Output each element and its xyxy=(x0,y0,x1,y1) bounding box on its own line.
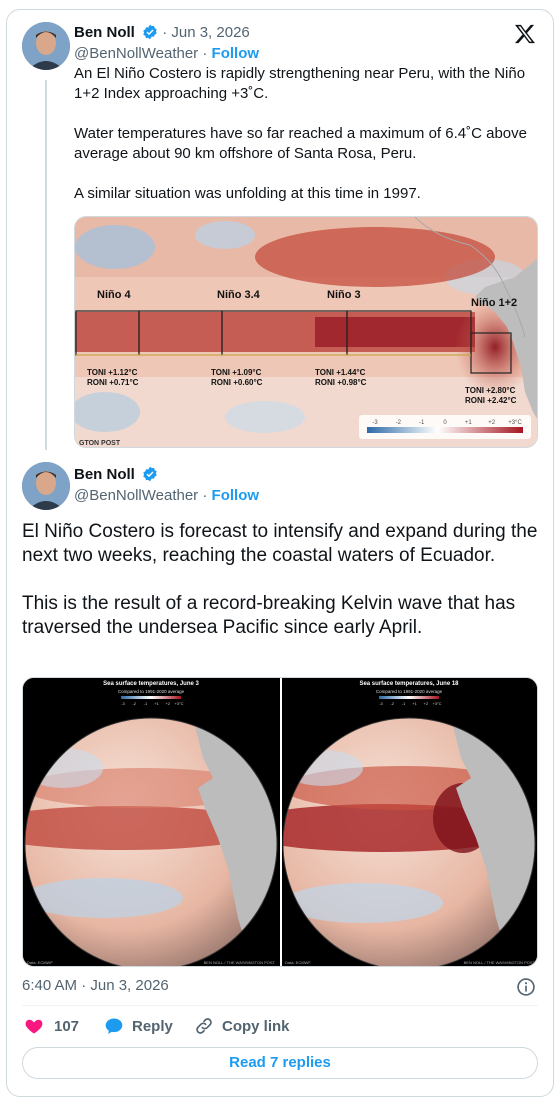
region-label: Niño 3 xyxy=(327,289,361,301)
x-logo-icon[interactable] xyxy=(514,24,536,44)
tweet2-paragraph: El Niño Costero is forecast to intensify… xyxy=(22,521,538,566)
scale-tick-label: +1 xyxy=(154,701,159,706)
reply-label: Reply xyxy=(132,1017,173,1035)
data-credit: Data: ECMWF xyxy=(285,960,311,965)
author-name-text: Ben Noll xyxy=(74,466,135,483)
avatar[interactable] xyxy=(22,462,70,510)
globe-subtitle: Compared to 1991-2020 average xyxy=(376,689,443,694)
map-credit: GTON POST xyxy=(79,440,121,447)
color-scale-bar xyxy=(121,696,181,699)
scale-tick-label: -3 xyxy=(372,420,378,426)
link-icon xyxy=(196,1018,212,1034)
copy-link-label: Copy link xyxy=(222,1017,290,1035)
toni-value: TONI +1.44°C xyxy=(315,368,366,377)
tweet1-paragraph: Water temperatures have so far reached a… xyxy=(74,125,527,162)
toni-value: TONI +1.09°C xyxy=(211,368,262,377)
scale-tick-label: +2 xyxy=(424,701,429,706)
divider xyxy=(22,1005,538,1006)
avatar[interactable] xyxy=(22,22,70,70)
nino-regions-map[interactable]: Niño 4 Niño 3.4 Niño 3 Niño 1+2 TONI +1.… xyxy=(74,216,538,448)
like-count: 107 xyxy=(54,1017,80,1035)
author-credit: BEN NOLL / THE WASHINGTON POST xyxy=(204,960,276,965)
speech-bubble-icon xyxy=(105,1018,123,1034)
roni-value: RONI +0.98°C xyxy=(315,378,367,387)
heart-icon xyxy=(25,1019,43,1034)
color-scale-bar xyxy=(379,696,439,699)
region-label: Niño 3.4 xyxy=(217,289,261,301)
tweet1-paragraph: An El Niño Costero is rapidly strengthen… xyxy=(74,65,526,102)
thread-line xyxy=(45,80,47,450)
author-name[interactable]: Ben Noll xyxy=(74,466,158,483)
author-handle[interactable]: @BenNollWeather xyxy=(74,487,198,504)
tweet2-paragraph: This is the result of a record-breaking … xyxy=(22,593,516,638)
globe-title: Sea surface temperatures, June 18 xyxy=(359,681,459,687)
scale-tick-label: -2 xyxy=(396,420,402,426)
toni-value: TONI +1.12°C xyxy=(87,368,138,377)
avatar-image xyxy=(22,22,70,70)
region-label: Niño 4 xyxy=(97,289,131,301)
tweet-date[interactable]: Jun 3, 2026 xyxy=(171,24,249,41)
tweet-timestamp[interactable]: 6:40 AM · Jun 3, 2026 xyxy=(22,977,169,994)
author-handle-row: @BenNollWeather · Follow xyxy=(74,487,260,504)
author-handle[interactable]: @BenNollWeather xyxy=(74,45,198,62)
author-credit: BEN NOLL / THE WASHINGTON POST xyxy=(464,960,536,965)
scale-tick-label: +1 xyxy=(465,420,473,426)
roni-value: RONI +0.71°C xyxy=(87,378,139,387)
roni-value: RONI +0.60°C xyxy=(211,378,263,387)
sst-anomaly-map: Niño 4 Niño 3.4 Niño 3 Niño 1+2 TONI +1.… xyxy=(75,217,537,447)
avatar-image xyxy=(22,462,70,510)
verified-badge-icon xyxy=(143,24,157,40)
scale-tick-label: +3°C xyxy=(508,420,522,426)
globe-subtitle: Compared to 1991-2020 average xyxy=(118,689,185,694)
scale-tick-label: +2 xyxy=(166,701,171,706)
scale-tick-label: +3°C xyxy=(432,701,441,706)
scale-tick-label: +3°C xyxy=(174,701,183,706)
scale-tick-label: -1 xyxy=(419,420,425,426)
follow-button[interactable]: Follow xyxy=(212,487,260,504)
author-handle-row: @BenNollWeather · Follow xyxy=(74,45,260,62)
data-credit: Data: ECMWF xyxy=(27,960,53,965)
toni-value: TONI +2.80°C xyxy=(465,386,516,395)
read-replies-button[interactable]: Read 7 replies xyxy=(22,1047,538,1079)
scale-tick-label: +1 xyxy=(412,701,417,706)
like-button[interactable]: 107 xyxy=(24,1016,79,1036)
tweet1-text: An El Niño Costero is rapidly strengthen… xyxy=(74,64,534,224)
globe-title: Sea surface temperatures, June 3 xyxy=(103,681,199,687)
author-name-text: Ben Noll xyxy=(74,24,135,41)
region-label: Niño 1+2 xyxy=(471,297,517,309)
author-name[interactable]: Ben Noll · Jun 3, 2026 xyxy=(74,24,250,41)
reply-button[interactable]: Reply xyxy=(104,1016,173,1036)
info-icon[interactable] xyxy=(516,977,536,997)
copy-link-button[interactable]: Copy link xyxy=(194,1016,290,1036)
verified-badge-icon xyxy=(143,466,157,482)
follow-button[interactable]: Follow xyxy=(212,45,260,62)
roni-value: RONI +2.42°C xyxy=(465,396,517,405)
tweet2-text: El Niño Costero is forecast to intensify… xyxy=(22,520,542,664)
sst-globes-image[interactable]: Sea surface temperatures, June 3 Compare… xyxy=(22,677,538,967)
scale-tick-label: +2 xyxy=(488,420,496,426)
tweet1-paragraph: A similar situation was unfolding at thi… xyxy=(74,185,421,202)
sst-globes-graphic: Sea surface temperatures, June 3 Compare… xyxy=(23,678,537,966)
color-scale-bar xyxy=(367,427,523,433)
